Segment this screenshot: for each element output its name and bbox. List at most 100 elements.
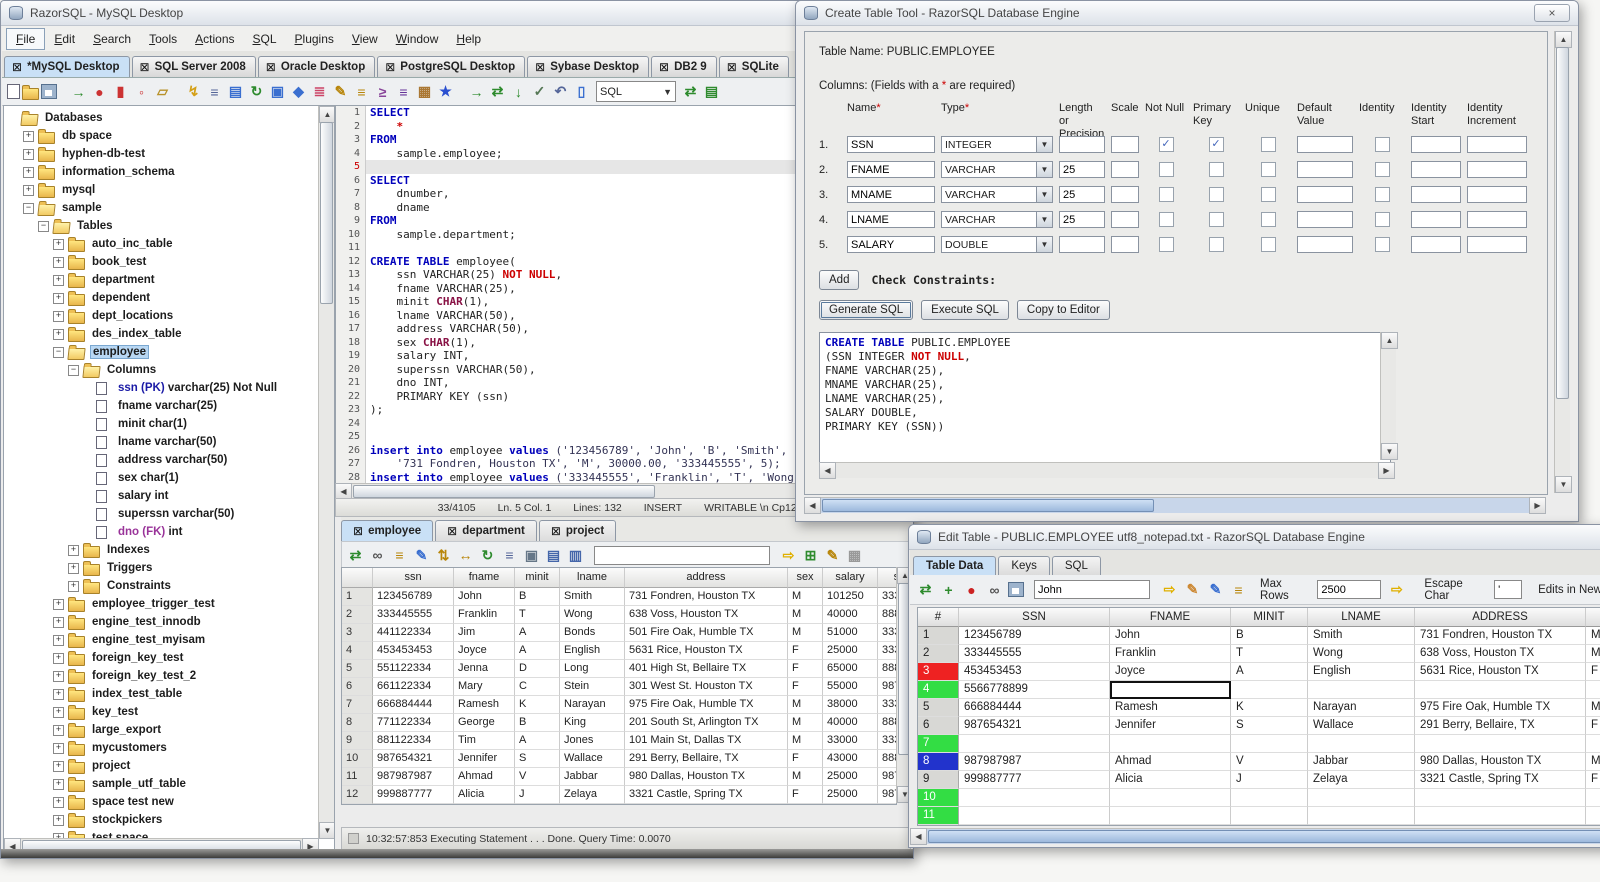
column-not_null-checkbox[interactable]: [1158, 187, 1174, 202]
table-row[interactable]: 9 999887777 Alicia J Zelaya 3321 Castle, Spri…: [918, 771, 1600, 789]
create-table-title-bar[interactable]: Create Table Tool - RazorSQL Database En…: [796, 1, 1578, 26]
column-unique-checkbox[interactable]: [1260, 137, 1276, 152]
expander-icon[interactable]: +: [53, 238, 64, 250]
expander-icon[interactable]: +: [68, 562, 79, 574]
column-identity_increment-input[interactable]: [1467, 186, 1527, 203]
undo-icon[interactable]: ↶: [551, 82, 570, 101]
cell[interactable]: F: [1586, 717, 1600, 735]
column-identity_increment-input[interactable]: [1467, 136, 1527, 153]
open-folder-icon[interactable]: [22, 84, 39, 100]
cell[interactable]: 987654321: [959, 717, 1110, 735]
table-row[interactable]: 5 666884444 Ramesh K Narayan 975 Fire Oak, Hu…: [918, 699, 1600, 717]
save-icon[interactable]: [41, 84, 57, 99]
tree-item[interactable]: + mycustomers: [4, 739, 319, 757]
expander-icon[interactable]: +: [53, 616, 64, 628]
add-column-button[interactable]: Add: [819, 270, 860, 290]
close-tab-icon[interactable]: ⊠: [659, 60, 669, 74]
describe-results-icon[interactable]: ≡: [500, 546, 519, 565]
tree-item[interactable]: + dept_locations: [4, 307, 319, 325]
copy-icon[interactable]: ▣: [268, 82, 287, 101]
tree-item[interactable]: + index_test_table: [4, 685, 319, 703]
tree-item[interactable]: + engine_test_innodb: [4, 613, 319, 631]
cell[interactable]: Smith: [1308, 627, 1415, 645]
connect-icon[interactable]: →: [69, 82, 88, 101]
sql-mode-combo[interactable]: SQL ▼: [596, 81, 676, 102]
database-icon[interactable]: ▱: [153, 82, 172, 101]
tree-item[interactable]: + employee_trigger_test: [4, 595, 319, 613]
cell[interactable]: 987987987: [959, 753, 1110, 771]
cell[interactable]: 731 Fondren, Houston TX: [1415, 627, 1586, 645]
cell[interactable]: M: [1586, 753, 1600, 771]
tree-item[interactable]: + large_export: [4, 721, 319, 739]
cell[interactable]: [1231, 807, 1308, 825]
close-tab-icon[interactable]: ⊠: [447, 524, 457, 538]
close-tab-icon[interactable]: ⊠: [266, 60, 276, 74]
scroll-down-button[interactable]: ▼: [319, 822, 334, 839]
expander-icon[interactable]: +: [68, 544, 79, 556]
filter-results-icon[interactable]: ≡: [390, 546, 409, 565]
brush-icon[interactable]: ✎: [1183, 580, 1202, 599]
cell[interactable]: [1231, 735, 1308, 753]
column-type-select[interactable]: VARCHAR ▼: [941, 161, 1053, 178]
cell[interactable]: [1586, 681, 1600, 699]
table-row[interactable]: 1 123456789 John B Smith 731 Fondren, Houston…: [342, 588, 896, 606]
search-input[interactable]: [1034, 580, 1150, 599]
column-header-minit[interactable]: minit: [515, 568, 560, 588]
connection-tab-sqlite[interactable]: ⊠ SQLite: [718, 56, 789, 77]
column-identity-checkbox[interactable]: [1374, 137, 1390, 152]
check-icon[interactable]: ✓: [530, 82, 549, 101]
menu-item-edit[interactable]: Edit: [45, 29, 84, 49]
connection-tab-sql-server-2008[interactable]: ⊠ SQL Server 2008: [131, 56, 256, 77]
tree-item[interactable]: ssn (PK) varchar(25) Not Null: [4, 379, 319, 397]
column-header-address[interactable]: ADDRESS: [1415, 608, 1586, 627]
cell[interactable]: M: [1586, 645, 1600, 663]
table-row[interactable]: 4 5566778899: [918, 681, 1600, 699]
column-type-select[interactable]: DOUBLE ▼: [941, 236, 1053, 253]
column-header-salary[interactable]: salary: [823, 568, 878, 588]
column-default_value-input[interactable]: [1297, 211, 1353, 228]
refresh-results-icon[interactable]: ⇄: [346, 546, 365, 565]
scrollbar-thumb[interactable]: [353, 485, 655, 498]
column-identity_increment-input[interactable]: [1467, 236, 1527, 253]
cell[interactable]: 638 Voss, Houston TX: [1415, 645, 1586, 663]
cell[interactable]: [1415, 807, 1586, 825]
cell[interactable]: [1308, 681, 1415, 699]
query-builder-icon[interactable]: ≥: [373, 82, 392, 101]
scroll-left-button[interactable]: ◀: [804, 497, 821, 514]
tree-item[interactable]: + foreign_key_test_2: [4, 667, 319, 685]
refresh-table-icon[interactable]: ⇄: [916, 580, 935, 599]
expander-icon[interactable]: −: [53, 346, 64, 358]
column-header-sex[interactable]: sex: [788, 568, 823, 588]
cell[interactable]: 123456789: [959, 627, 1110, 645]
expander-icon[interactable]: +: [23, 166, 34, 178]
scroll-up-button[interactable]: ▲: [1381, 332, 1398, 349]
expander-icon[interactable]: +: [53, 724, 64, 736]
chevron-down-icon[interactable]: ▼: [1036, 137, 1052, 152]
column-scale-input[interactable]: [1111, 136, 1139, 153]
download-icon[interactable]: ↓: [509, 82, 528, 101]
main-title-bar[interactable]: RazorSQL - MySQL Desktop: [1, 1, 913, 26]
cell[interactable]: [1231, 681, 1308, 699]
result-tab-department[interactable]: ⊠ department: [435, 520, 537, 541]
close-tab-icon[interactable]: ⊠: [12, 60, 22, 74]
column-unique-checkbox[interactable]: [1260, 162, 1276, 177]
scroll-right-button[interactable]: ▶: [1529, 497, 1546, 514]
cell[interactable]: [1231, 789, 1308, 807]
expander-icon[interactable]: +: [53, 814, 64, 826]
table-row[interactable]: 10 987654321 Jennifer S Wallace 291 Berry, Be…: [342, 750, 896, 768]
view-icon[interactable]: ∞: [985, 580, 1004, 599]
scroll-down-button[interactable]: ▼: [1555, 476, 1572, 493]
column-primary_key-checkbox[interactable]: [1208, 237, 1224, 252]
column-name-input[interactable]: [847, 236, 935, 253]
tree-item[interactable]: − Tables: [4, 217, 319, 235]
cell[interactable]: F: [1586, 663, 1600, 681]
connection-tab-postgresql-desktop[interactable]: ⊠ PostgreSQL Desktop: [377, 56, 526, 77]
chevron-down-icon[interactable]: ▼: [1036, 162, 1052, 177]
view-contents-icon[interactable]: ▤: [226, 82, 245, 101]
filter-rows-icon[interactable]: ≡: [1229, 580, 1248, 599]
cell[interactable]: A: [1231, 663, 1308, 681]
insert-row-icon[interactable]: ⊞: [801, 546, 820, 565]
table-row[interactable]: 8 771122334 George B King 201 South St, Arlin…: [342, 714, 896, 732]
column-primary_key-checkbox[interactable]: [1208, 187, 1224, 202]
window-icon[interactable]: ▣: [522, 546, 541, 565]
